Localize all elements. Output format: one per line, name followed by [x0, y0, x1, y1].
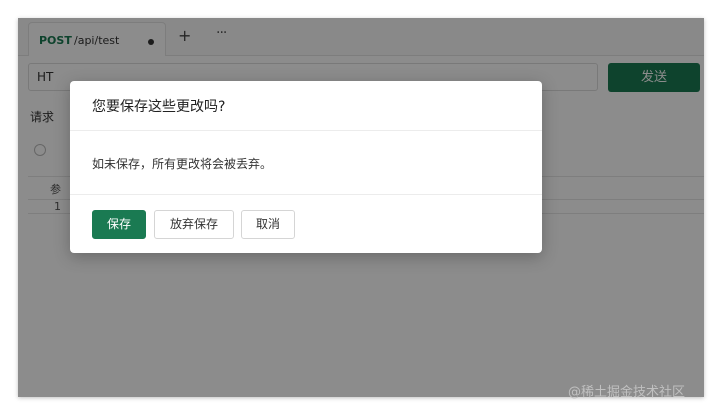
watermark-text: @稀土掘金技术社区: [568, 385, 686, 400]
save-changes-dialog: 您要保存这些更改吗? 如未保存，所有更改将会被丢弃。 保存 放弃保存 取消: [70, 81, 542, 253]
dialog-message: 如未保存，所有更改将会被丢弃。: [92, 157, 273, 171]
discard-button[interactable]: 放弃保存: [154, 210, 234, 239]
app-window: POST /api/test + ··· HT 发送 请求 参 1 您要保存这些…: [18, 18, 704, 397]
dialog-title: 您要保存这些更改吗?: [92, 99, 226, 115]
cancel-button[interactable]: 取消: [241, 210, 295, 239]
save-button[interactable]: 保存: [92, 210, 146, 239]
dialog-divider-top: [70, 130, 542, 131]
dialog-divider-bottom: [70, 194, 542, 195]
